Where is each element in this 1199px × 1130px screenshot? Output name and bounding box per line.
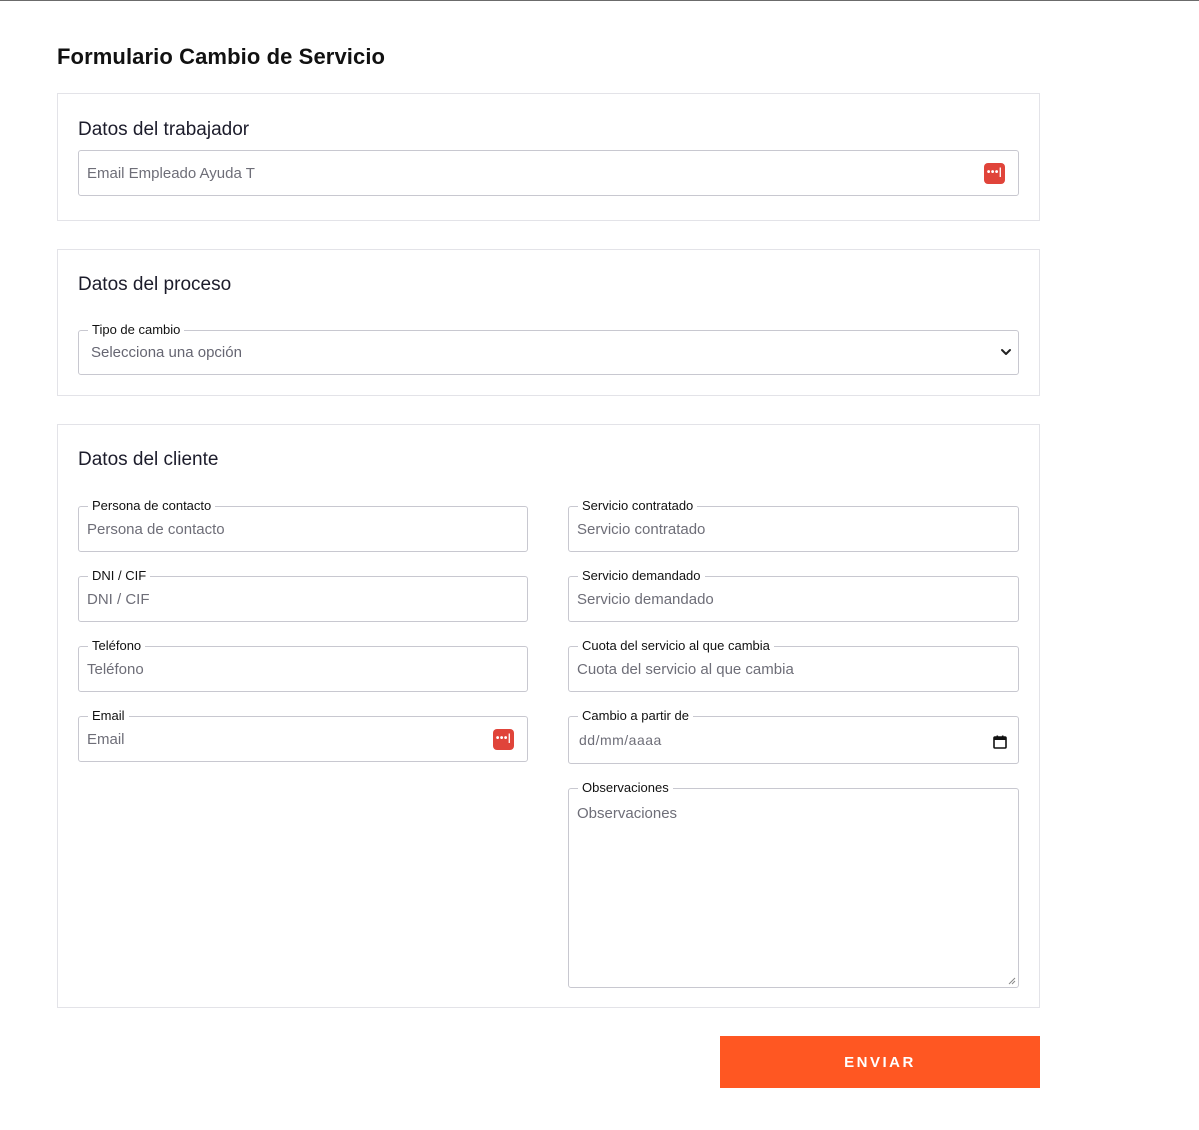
new-service-fee-field: Cuota del servicio al que cambia bbox=[568, 638, 1019, 692]
contact-person-field: Persona de contacto bbox=[78, 498, 528, 552]
worker-section: Datos del trabajador •••| bbox=[57, 93, 1040, 221]
process-section: Datos del proceso Tipo de cambio Selecci… bbox=[57, 249, 1040, 396]
worker-email-field: •••| bbox=[78, 150, 1019, 196]
new-service-fee-input[interactable] bbox=[577, 647, 978, 691]
change-type-select[interactable]: Tipo de cambio Selecciona una opción bbox=[78, 322, 1019, 375]
requested-service-field: Servicio demandado bbox=[568, 568, 1019, 622]
dni-cif-field: DNI / CIF bbox=[78, 568, 528, 622]
password-manager-icon[interactable]: •••| bbox=[493, 729, 514, 750]
contracted-service-field: Servicio contratado bbox=[568, 498, 1019, 552]
worker-section-title: Datos del trabajador bbox=[78, 119, 250, 140]
process-section-title: Datos del proceso bbox=[78, 274, 232, 295]
contact-person-input[interactable] bbox=[87, 507, 487, 551]
requested-service-input[interactable] bbox=[577, 577, 978, 621]
client-section: Datos del cliente Persona de contacto DN… bbox=[57, 424, 1040, 1008]
dni-cif-input[interactable] bbox=[87, 577, 487, 621]
change-type-value: Selecciona una opción bbox=[91, 344, 242, 361]
change-date-input[interactable] bbox=[579, 717, 978, 763]
password-manager-icon[interactable]: •••| bbox=[984, 163, 1005, 184]
observations-field: Observaciones bbox=[568, 780, 1019, 988]
resize-handle-icon[interactable] bbox=[1008, 977, 1016, 985]
chevron-down-icon bbox=[1001, 349, 1011, 355]
page-title: Formulario Cambio de Servicio bbox=[57, 44, 386, 69]
worker-email-input[interactable] bbox=[87, 151, 978, 195]
client-email-input[interactable] bbox=[87, 717, 487, 761]
observations-label: Observaciones bbox=[578, 780, 673, 796]
client-email-field: Email •••| bbox=[78, 708, 528, 762]
phone-field: Teléfono bbox=[78, 638, 528, 692]
top-divider bbox=[0, 0, 1199, 1]
contracted-service-input[interactable] bbox=[577, 507, 978, 551]
phone-input[interactable] bbox=[87, 647, 487, 691]
change-date-field: Cambio a partir de bbox=[568, 708, 1019, 764]
submit-button[interactable]: ENVIAR bbox=[720, 1036, 1040, 1088]
observations-textarea[interactable] bbox=[577, 805, 978, 979]
client-section-title: Datos del cliente bbox=[78, 449, 219, 470]
calendar-icon[interactable] bbox=[993, 735, 1007, 749]
